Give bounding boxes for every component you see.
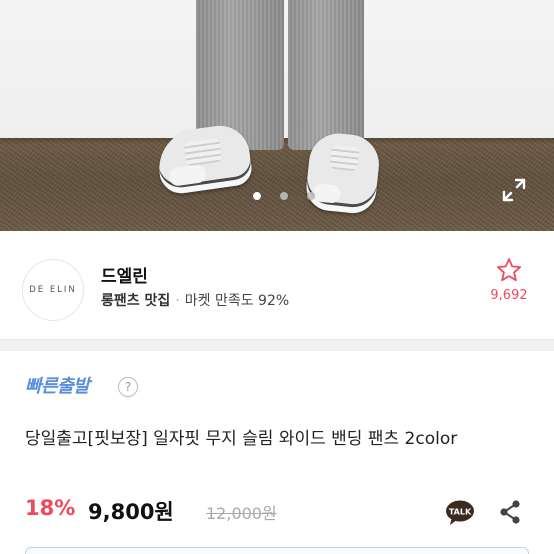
help-icon[interactable]: ? (118, 377, 138, 397)
product-image[interactable] (0, 0, 554, 231)
shop-logo[interactable]: DE ELIN (22, 259, 84, 321)
shop-satisfaction: 마켓 만족도 92% (184, 293, 290, 309)
shop-info[interactable]: DE ELIN 드엘린 롱팬츠 맛집 · 마켓 만족도 92% 9,692 (0, 231, 554, 339)
product-title: 당일출고[핏보장] 일자핏 무지 슬림 와이드 밴딩 팬츠 2color (25, 429, 458, 449)
original-price: 12,000원 (206, 504, 277, 523)
favorite-count: 9,692 (490, 288, 528, 303)
photo-pants-right-leg (288, 0, 364, 150)
carousel-dot[interactable] (253, 192, 261, 200)
expand-icon[interactable] (500, 176, 528, 204)
discount-rate: 18% (25, 496, 76, 520)
photo-sneaker-right (304, 130, 382, 216)
carousel-dot[interactable] (307, 192, 315, 200)
section-divider (0, 339, 554, 351)
shop-subtitle: 롱팬츠 맛집 · 마켓 만족도 92% (101, 290, 289, 310)
star-icon (496, 258, 522, 282)
shop-tagline: 롱팬츠 맛집 (101, 293, 171, 309)
favorite-button[interactable]: 9,692 (484, 257, 534, 303)
option-select-box[interactable] (25, 547, 529, 554)
carousel-dots (0, 192, 554, 202)
shop-logo-text: DE ELIN (29, 285, 77, 295)
share-icon[interactable] (497, 499, 523, 525)
shop-separator: · (175, 293, 180, 309)
carousel-dot[interactable] (280, 192, 288, 200)
sale-price: 9,800원 (88, 500, 174, 524)
kakaotalk-label: TALK (449, 508, 472, 517)
kakaotalk-icon[interactable]: TALK (445, 500, 475, 526)
fast-shipping-badge: 빠른출발 (25, 376, 90, 397)
shop-name[interactable]: 드엘린 (101, 262, 148, 287)
photo-carpet (0, 138, 554, 231)
